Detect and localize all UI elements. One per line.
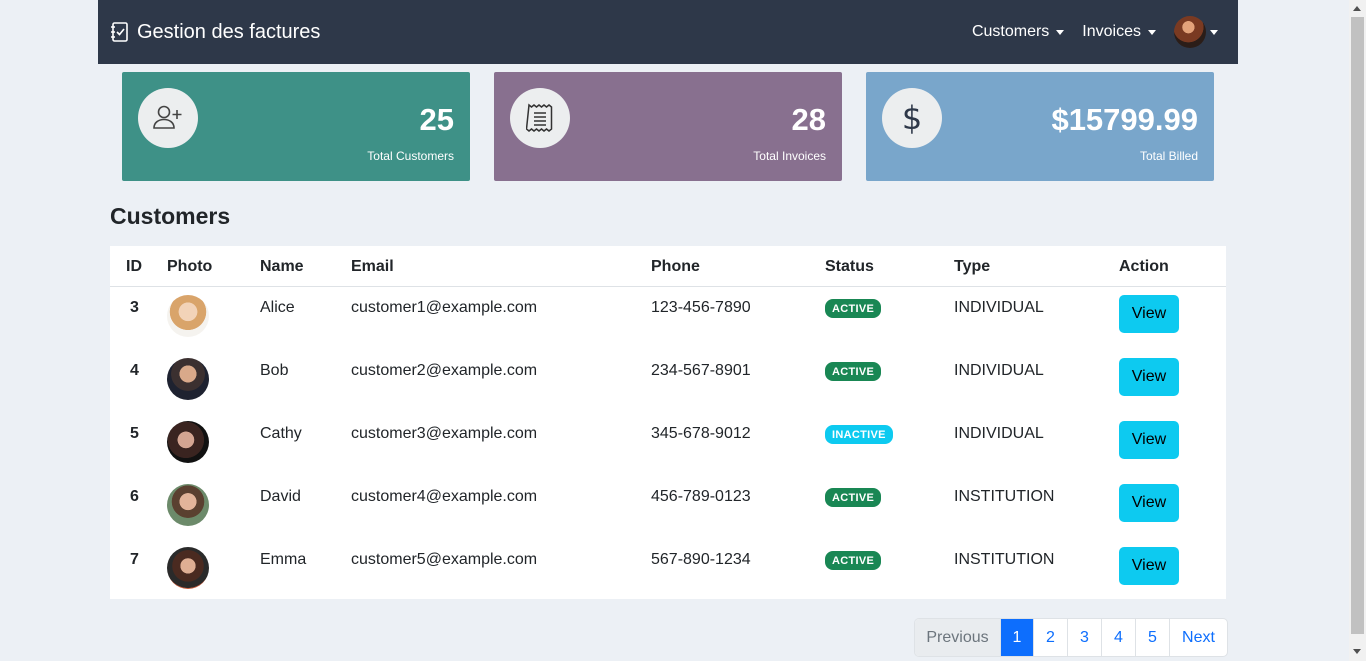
column-header-photo: Photo (167, 258, 213, 275)
page-title: Customers (110, 203, 231, 229)
nav-invoices-dropdown[interactable]: Invoices (1082, 23, 1156, 41)
view-button[interactable]: View (1119, 484, 1179, 522)
cell-email: customer1@example.com (351, 299, 538, 316)
stat-card-invoices: 28 Total Invoices (494, 72, 842, 181)
pagination-next[interactable]: Next (1169, 619, 1227, 656)
vertical-scrollbar[interactable] (1349, 0, 1366, 661)
cell-id: 4 (130, 362, 139, 379)
customer-photo (167, 421, 209, 463)
view-button[interactable]: View (1119, 295, 1179, 333)
status-badge: ACTIVE (825, 299, 882, 318)
status-badge: INACTIVE (825, 425, 893, 444)
cell-name: Emma (260, 551, 307, 568)
brand-title: Gestion des factures (137, 20, 321, 43)
cell-id: 6 (130, 488, 139, 505)
table-row: 6 David customer4@example.com 456-789-01… (110, 476, 1226, 539)
column-header-action: Action (1119, 258, 1169, 275)
cell-type: INSTITUTION (954, 551, 1055, 568)
user-menu-dropdown[interactable] (1174, 16, 1218, 48)
customer-photo (167, 358, 209, 400)
caret-down-icon (1210, 29, 1218, 35)
scroll-down-icon[interactable] (1353, 649, 1361, 654)
cell-name: Bob (260, 362, 289, 379)
customer-photo (167, 295, 209, 337)
dollar-icon: $ (901, 99, 923, 137)
cell-email: customer5@example.com (351, 551, 538, 568)
cell-phone: 567-890-1234 (651, 551, 751, 568)
pagination: Previous 1 2 3 4 5 Next (914, 618, 1228, 657)
cell-phone: 234-567-8901 (651, 362, 751, 379)
pagination-page-5[interactable]: 5 (1135, 619, 1169, 656)
top-navbar: Gestion des factures Customers Invoices (98, 0, 1238, 64)
customer-photo (167, 547, 209, 589)
view-button[interactable]: View (1119, 358, 1179, 396)
user-avatar (1174, 16, 1206, 48)
table-row: 3 Alice customer1@example.com 123-456-78… (110, 287, 1226, 350)
column-header-phone: Phone (651, 258, 700, 275)
column-header-type: Type (954, 258, 991, 275)
column-header-status: Status (825, 258, 874, 275)
add-user-icon (153, 105, 182, 129)
caret-down-icon (1148, 29, 1156, 35)
stat-card-billed: $ $15799.99 Total Billed (866, 72, 1214, 181)
scrollbar-thumb[interactable] (1351, 17, 1364, 634)
nav-invoices-label: Invoices (1082, 23, 1141, 40)
pagination-page-1[interactable]: 1 (1000, 619, 1033, 656)
pagination-page-3[interactable]: 3 (1067, 619, 1101, 656)
cell-phone: 345-678-9012 (651, 425, 751, 442)
cell-type: INSTITUTION (954, 488, 1055, 505)
cell-name: Cathy (260, 425, 302, 442)
customers-table: ID Photo Name Email Phone Status Type Ac… (110, 246, 1226, 599)
table-row: 4 Bob customer2@example.com 234-567-8901… (110, 350, 1226, 413)
stat-value: $15799.99 (1051, 102, 1198, 137)
cell-name: David (260, 488, 301, 505)
cell-email: customer2@example.com (351, 362, 538, 379)
stat-label: Total Customers (367, 149, 454, 163)
status-badge: ACTIVE (825, 362, 882, 381)
cell-type: INDIVIDUAL (954, 299, 1044, 316)
table-header: ID Photo Name Email Phone Status Type Ac… (110, 246, 1226, 287)
cell-email: customer4@example.com (351, 488, 538, 505)
stat-label: Total Billed (1139, 149, 1198, 163)
cell-type: INDIVIDUAL (954, 425, 1044, 442)
invoice-checklist-icon (111, 22, 128, 42)
caret-down-icon (1056, 29, 1065, 35)
table-row: 7 Emma customer5@example.com 567-890-123… (110, 539, 1226, 602)
cell-id: 5 (130, 425, 139, 442)
customer-photo (167, 484, 209, 526)
cell-phone: 456-789-0123 (651, 488, 751, 505)
stat-value: 28 (791, 102, 826, 137)
stat-label: Total Invoices (753, 149, 826, 163)
cell-phone: 123-456-7890 (651, 299, 751, 316)
nav-customers-label: Customers (971, 23, 1050, 40)
view-button[interactable]: View (1119, 421, 1179, 459)
cell-type: INDIVIDUAL (954, 362, 1044, 379)
stat-card-customers: 25 Total Customers (122, 72, 470, 181)
scroll-up-icon[interactable] (1353, 6, 1361, 11)
receipt-icon (526, 103, 553, 132)
column-header-email: Email (351, 258, 394, 275)
column-header-id: ID (126, 258, 142, 275)
view-button[interactable]: View (1119, 547, 1179, 585)
status-badge: ACTIVE (825, 488, 882, 507)
status-badge: ACTIVE (825, 551, 882, 570)
pagination-page-4[interactable]: 4 (1101, 619, 1135, 656)
nav-customers-dropdown[interactable]: Customers (971, 23, 1065, 41)
column-header-name: Name (260, 258, 304, 275)
stat-value: 25 (419, 102, 454, 137)
cell-name: Alice (260, 299, 295, 316)
table-row: 5 Cathy customer3@example.com 345-678-90… (110, 413, 1226, 476)
pagination-previous[interactable]: Previous (915, 619, 1000, 656)
cell-id: 7 (130, 551, 139, 568)
brand[interactable]: Gestion des factures (110, 21, 320, 44)
cell-id: 3 (130, 299, 139, 316)
pagination-page-2[interactable]: 2 (1033, 619, 1067, 656)
cell-email: customer3@example.com (351, 425, 538, 442)
